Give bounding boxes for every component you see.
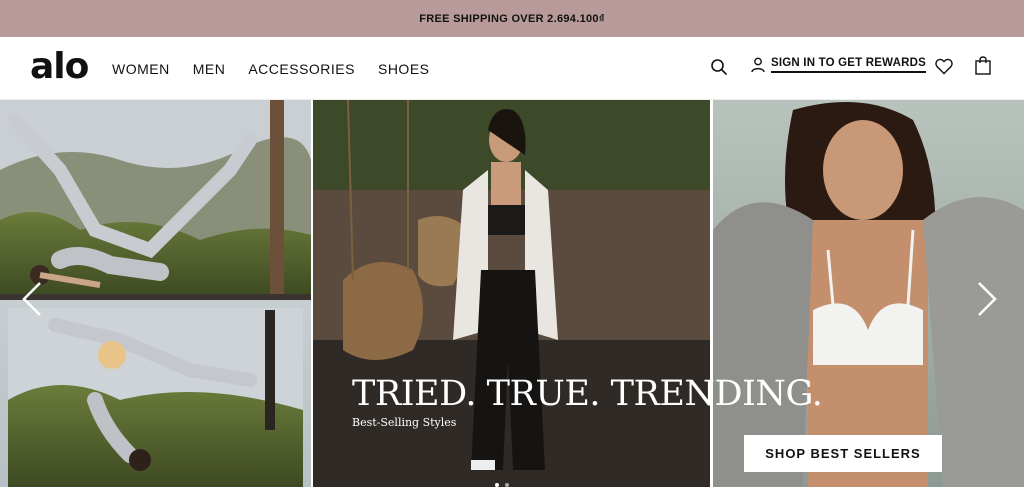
- yoga-poses-photo: [0, 100, 311, 487]
- sign-in-link[interactable]: SIGN IN TO GET REWARDS: [751, 57, 926, 73]
- user-icon: [751, 57, 765, 73]
- bag-icon[interactable]: [975, 56, 991, 75]
- logo[interactable]: alo: [30, 47, 89, 87]
- cta-label: SHOP BEST SELLERS: [765, 446, 921, 461]
- heart-icon[interactable]: [935, 58, 953, 75]
- hero-image-left[interactable]: [0, 100, 311, 487]
- chevron-left-icon[interactable]: [20, 279, 44, 319]
- search-icon[interactable]: [710, 58, 728, 76]
- hero-headline: TRIED. TRUE. TRENDING.: [352, 374, 823, 414]
- chevron-right-icon[interactable]: [975, 279, 999, 319]
- site-header: alo WOMEN MEN ACCESSORIES SHOES SIGN IN …: [0, 37, 1024, 100]
- nav-accessories[interactable]: ACCESSORIES: [248, 61, 355, 77]
- promo-bar: FREE SHIPPING OVER 2.694.100₫: [0, 0, 1024, 37]
- promo-text: FREE SHIPPING OVER 2.694.100₫: [419, 12, 605, 25]
- main-nav: WOMEN MEN ACCESSORIES SHOES: [112, 61, 453, 77]
- nav-shoes[interactable]: SHOES: [378, 61, 430, 77]
- sign-in-label: SIGN IN TO GET REWARDS: [771, 57, 926, 73]
- hero-subline: Best-Selling Styles: [352, 416, 457, 429]
- hero-carousel: [0, 100, 1024, 487]
- carousel-dots: [495, 483, 509, 487]
- nav-men[interactable]: MEN: [193, 61, 226, 77]
- carousel-dot[interactable]: [505, 483, 509, 487]
- nav-women[interactable]: WOMEN: [112, 61, 170, 77]
- shop-best-sellers-button[interactable]: SHOP BEST SELLERS: [744, 435, 942, 472]
- carousel-dot[interactable]: [495, 483, 499, 487]
